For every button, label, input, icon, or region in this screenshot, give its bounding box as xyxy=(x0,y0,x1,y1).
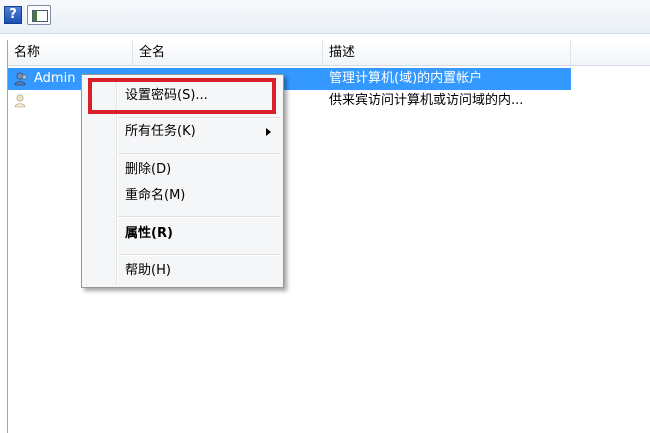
red-highlight-box xyxy=(88,78,276,114)
menu-item-help[interactable]: 帮助(H) xyxy=(84,258,281,284)
menu-item-rename[interactable]: 重命名(M) xyxy=(84,183,281,209)
menu-item-delete[interactable]: 删除(D) xyxy=(84,157,281,183)
column-header-name[interactable]: 名称 xyxy=(8,40,133,65)
pane-bar xyxy=(33,11,37,21)
menu-item-label: 属性(R) xyxy=(125,226,173,241)
menu-item-properties[interactable]: 属性(R) xyxy=(84,221,281,247)
menu-item-label: 所有任务(K) xyxy=(125,124,196,139)
show-hide-pane-icon[interactable] xyxy=(27,5,51,25)
row-description: 供来宾访问计算机或访问域的内... xyxy=(329,93,524,108)
menu-separator xyxy=(118,216,280,218)
guest-user-icon xyxy=(14,94,26,108)
menu-item-all-tasks[interactable]: 所有任务(K) xyxy=(84,119,281,145)
menu-item-label: 重命名(M) xyxy=(125,188,186,203)
help-icon[interactable]: ? xyxy=(4,6,22,24)
menu-item-label: 帮助(H) xyxy=(125,263,171,278)
menu-item-label: 删除(D) xyxy=(125,162,172,177)
list-header: 名称 全名 描述 xyxy=(8,40,650,66)
mmc-window: ? 名称 全名 描述 Admin 管理计算机(域)的内置帐户 供来宾访问计算机或… xyxy=(0,0,650,433)
toolbar: ? xyxy=(0,0,650,34)
row-description: 管理计算机(域)的内置帐户 xyxy=(329,71,483,86)
user-icon xyxy=(14,72,28,86)
submenu-arrow-icon xyxy=(266,128,271,136)
menu-separator xyxy=(118,254,280,256)
pane-frame xyxy=(32,10,48,22)
column-header-description[interactable]: 描述 xyxy=(323,40,571,65)
column-header-full-name[interactable]: 全名 xyxy=(133,40,323,65)
menu-separator xyxy=(118,153,280,155)
